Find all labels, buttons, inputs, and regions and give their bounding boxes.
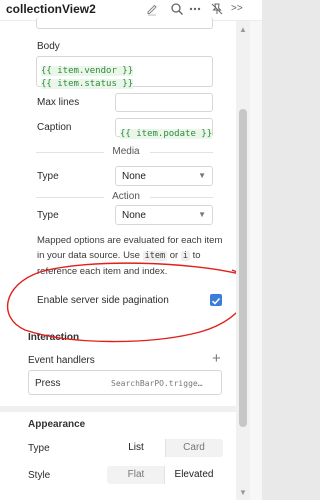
scroll-down-arrow-icon[interactable]: ▼ xyxy=(239,488,247,497)
right-gutter xyxy=(250,21,262,500)
scrollbar[interactable]: ▲ ▼ xyxy=(236,21,250,500)
scrollbar-thumb[interactable] xyxy=(239,109,247,427)
scroll-up-arrow-icon[interactable]: ▲ xyxy=(239,25,247,34)
red-annotation-circle xyxy=(6,262,249,343)
